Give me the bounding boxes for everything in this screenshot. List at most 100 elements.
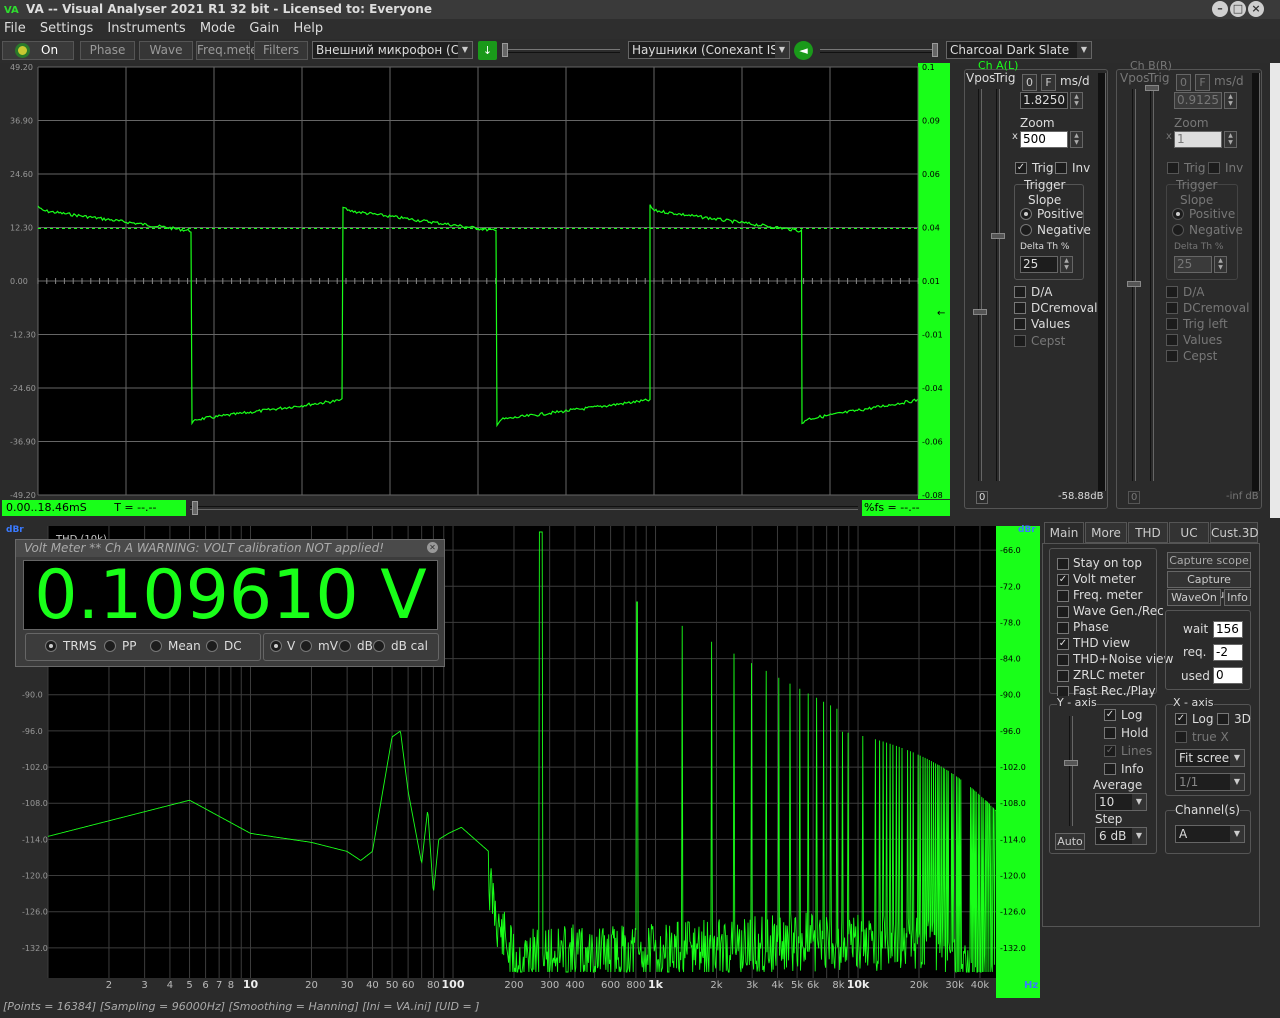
menu-instruments[interactable]: Instruments — [107, 21, 185, 36]
delta-field[interactable]: 25 — [1020, 256, 1058, 273]
zero-button-b[interactable]: 0 — [1176, 74, 1191, 91]
check-freq-meter[interactable] — [1057, 590, 1069, 602]
y-axis-knob[interactable] — [1064, 760, 1078, 766]
ratio-select[interactable]: 1/1 ▼ — [1175, 773, 1245, 791]
f-button-b[interactable]: F — [1195, 74, 1210, 91]
log-checkbox[interactable]: ✓ — [1104, 709, 1116, 721]
dc-radio[interactable] — [206, 640, 218, 652]
input-volume-slider[interactable] — [502, 43, 620, 57]
maximize-icon[interactable]: □ — [1230, 1, 1246, 17]
channel-select[interactable]: A ▼ — [1175, 825, 1245, 843]
delta-field-b[interactable]: 25 — [1174, 256, 1212, 273]
da-checkbox[interactable] — [1014, 286, 1026, 298]
x-log-checkbox[interactable]: ✓ — [1175, 713, 1187, 725]
pp-radio[interactable] — [104, 640, 116, 652]
f-button[interactable]: F — [1041, 74, 1056, 91]
input-volume-knob[interactable] — [502, 43, 508, 57]
freq-meter-button[interactable]: Freq.meter — [196, 41, 263, 60]
3d-checkbox[interactable] — [1217, 713, 1229, 725]
minimize-icon[interactable]: – — [1212, 1, 1228, 17]
tab-cust3d[interactable]: Cust.3D — [1210, 522, 1259, 543]
msd-field[interactable]: 1.8250 — [1020, 92, 1068, 109]
inv-checkbox-b[interactable] — [1208, 162, 1220, 174]
y-axis-slider[interactable] — [1069, 716, 1073, 826]
check-phase[interactable] — [1057, 622, 1069, 634]
used-field[interactable]: 0 — [1213, 667, 1243, 684]
capture-scope-button[interactable]: Capture scope — [1167, 552, 1251, 569]
menu-gain[interactable]: Gain — [249, 21, 279, 36]
tab-thd[interactable]: THD — [1128, 522, 1168, 543]
tab-main[interactable]: Main — [1044, 522, 1084, 543]
positive-radio-b[interactable] — [1172, 208, 1184, 220]
vpos-slider[interactable] — [978, 89, 982, 481]
zoom-field-b[interactable]: 1 — [1174, 131, 1222, 148]
trig-slider-b[interactable] — [1150, 89, 1154, 481]
step-select[interactable]: 6 dB ▼ — [1095, 827, 1147, 845]
zoom-field[interactable]: 500 — [1020, 131, 1068, 148]
close-icon[interactable]: ✕ — [427, 542, 438, 553]
msd-field-b[interactable]: 0.9125 — [1174, 92, 1222, 109]
tab-uc[interactable]: UC — [1169, 522, 1209, 543]
values-checkbox-b[interactable] — [1166, 334, 1178, 346]
on-button[interactable]: On — [2, 41, 74, 60]
output-device-select[interactable]: Наушники (Conexant ISST Au▼ — [628, 41, 790, 59]
info-button[interactable]: Info — [1224, 589, 1251, 606]
negative-radio-b[interactable] — [1172, 224, 1184, 236]
dcremoval-checkbox-b[interactable] — [1166, 302, 1178, 314]
dcremoval-checkbox[interactable] — [1014, 302, 1026, 314]
da-checkbox-b[interactable] — [1166, 286, 1178, 298]
menu-mode[interactable]: Mode — [200, 21, 235, 36]
theme-select[interactable]: Charcoal Dark Slate ▼ — [946, 41, 1092, 59]
zero-button[interactable]: 0 — [1022, 74, 1037, 91]
mv-radio[interactable] — [300, 640, 312, 652]
db-radio[interactable] — [339, 640, 351, 652]
mean-radio[interactable] — [150, 640, 162, 652]
positive-radio[interactable] — [1020, 208, 1032, 220]
check-volt-meter[interactable]: ✓ — [1057, 574, 1069, 586]
delta-spinner[interactable]: ▲ ▼ — [1060, 256, 1073, 273]
inv-checkbox[interactable] — [1055, 162, 1067, 174]
lines-checkbox[interactable]: ✓ — [1104, 745, 1116, 757]
phase-button[interactable]: Phase — [80, 41, 135, 60]
mic-download-icon[interactable]: ↓ — [478, 41, 497, 60]
trig-left-checkbox-b[interactable] — [1166, 318, 1178, 330]
capture-spectrum-button[interactable]: Capture spectrum — [1167, 571, 1251, 601]
trig-checkbox[interactable]: ✓ — [1015, 162, 1027, 174]
check-wave-gen-rec[interactable] — [1057, 606, 1069, 618]
tab-more[interactable]: More — [1085, 522, 1127, 543]
menu-settings[interactable]: Settings — [40, 21, 93, 36]
db-cal-radio[interactable] — [373, 640, 385, 652]
speaker-icon[interactable]: ◄ — [794, 41, 813, 60]
info-checkbox[interactable] — [1104, 763, 1116, 775]
trig-slider[interactable] — [996, 89, 1000, 481]
v-radio[interactable] — [270, 640, 282, 652]
vpos-knob[interactable] — [973, 309, 987, 315]
trig-knob-b[interactable] — [1145, 85, 1159, 91]
output-volume-knob[interactable] — [932, 43, 938, 57]
menu-file[interactable]: File — [4, 21, 26, 36]
output-volume-slider[interactable] — [820, 43, 938, 57]
vpos-knob-b[interactable] — [1127, 281, 1141, 287]
scope-scrollbar[interactable] — [190, 501, 858, 515]
filters-button[interactable]: Filters — [254, 41, 308, 60]
cepst-checkbox-b[interactable] — [1166, 350, 1178, 362]
close-icon[interactable]: × — [1248, 1, 1264, 17]
check-zrlc-meter[interactable] — [1057, 670, 1069, 682]
check-thd-view[interactable]: ✓ — [1057, 638, 1069, 650]
wait-field[interactable]: 156 — [1213, 621, 1243, 638]
waveon-button[interactable]: WaveOn — [1167, 589, 1221, 606]
true-x-checkbox[interactable] — [1175, 731, 1187, 743]
delta-spinner-b[interactable]: ▲ ▼ — [1214, 256, 1227, 273]
req-field[interactable]: -2 — [1213, 644, 1243, 661]
msd-spinner[interactable]: ▲ ▼ — [1070, 92, 1083, 109]
fit-screen-select[interactable]: Fit screen ▼ — [1175, 749, 1245, 767]
zoom-spinner[interactable]: ▲ ▼ — [1070, 131, 1083, 148]
input-device-select[interactable]: Внешний микрофон (Conexa▼ — [312, 41, 473, 59]
trig-checkbox-b[interactable] — [1167, 162, 1179, 174]
negative-radio[interactable] — [1020, 224, 1032, 236]
check-stay-on-top[interactable] — [1057, 558, 1069, 570]
trms-radio[interactable] — [45, 640, 57, 652]
values-checkbox[interactable] — [1014, 318, 1026, 330]
wave-button[interactable]: Wave — [139, 41, 193, 60]
cepst-checkbox[interactable] — [1014, 335, 1026, 347]
